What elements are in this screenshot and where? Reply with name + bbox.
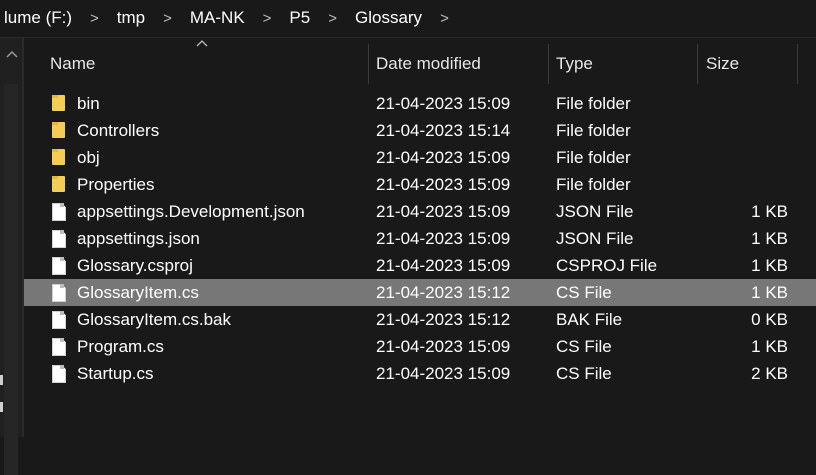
file-icon [52, 230, 66, 248]
file-name: Program.cs [77, 337, 164, 356]
breadcrumb-item-volume[interactable]: lume (F:) [0, 8, 76, 28]
navigation-scrollbar[interactable] [4, 84, 18, 475]
file-icon [52, 257, 66, 275]
file-rows: bin 21-04-2023 15:09 File folder Control… [24, 90, 816, 387]
file-date-modified: 21-04-2023 15:09 [376, 94, 511, 113]
file-type: JSON File [556, 229, 634, 248]
file-type: File folder [556, 148, 631, 167]
list-item[interactable]: Controllers 21-04-2023 15:14 File folder [24, 117, 816, 144]
folder-icon [52, 95, 66, 112]
file-date-modified: 21-04-2023 15:09 [376, 364, 511, 383]
column-divider[interactable] [548, 44, 549, 84]
chevron-right-icon[interactable]: > [314, 10, 351, 27]
file-name: obj [77, 148, 100, 167]
file-name: Startup.cs [77, 364, 154, 383]
column-header-type[interactable]: Type [556, 44, 593, 84]
file-date-modified: 21-04-2023 15:09 [376, 337, 511, 356]
file-size: 1 KB [751, 256, 788, 275]
navigation-item-marker [0, 375, 3, 385]
column-divider[interactable] [797, 44, 798, 84]
list-item[interactable]: Startup.cs 21-04-2023 15:09 CS File 2 KB [24, 360, 816, 387]
file-type: File folder [556, 121, 631, 140]
file-type: File folder [556, 94, 631, 113]
file-type: CS File [556, 337, 612, 356]
file-name: Controllers [77, 121, 160, 140]
file-date-modified: 21-04-2023 15:09 [376, 256, 511, 275]
file-date-modified: 21-04-2023 15:09 [376, 175, 511, 194]
file-type: CS File [556, 364, 612, 383]
file-size: 1 KB [751, 229, 788, 248]
list-item[interactable]: appsettings.Development.json 21-04-2023 … [24, 198, 816, 225]
chevron-right-icon[interactable]: > [76, 10, 113, 27]
file-name: GlossaryItem.cs.bak [77, 310, 231, 329]
folder-icon [52, 122, 66, 139]
chevron-right-icon[interactable]: > [426, 10, 463, 27]
file-type: BAK File [556, 310, 623, 329]
file-list[interactable]: Name Date modified Type Size bin 21-04-2… [24, 38, 816, 437]
column-header-date-modified[interactable]: Date modified [376, 44, 481, 84]
navigation-item-marker [0, 402, 3, 412]
file-date-modified: 21-04-2023 15:12 [376, 310, 511, 329]
file-size: 1 KB [751, 202, 788, 221]
file-date-modified: 21-04-2023 15:12 [376, 283, 511, 302]
breadcrumb-item-p5[interactable]: P5 [285, 8, 314, 28]
file-name: Properties [77, 175, 155, 194]
column-header-size[interactable]: Size [706, 44, 739, 84]
folder-icon [52, 149, 66, 166]
sort-ascending-icon [196, 34, 208, 50]
list-item[interactable]: Program.cs 21-04-2023 15:09 CS File 1 KB [24, 333, 816, 360]
file-name: bin [77, 94, 100, 113]
file-name: GlossaryItem.cs [77, 283, 199, 302]
breadcrumb[interactable]: lume (F:) > tmp > MA-NK > P5 > Glossary … [0, 0, 816, 36]
list-item[interactable]: bin 21-04-2023 15:09 File folder [24, 90, 816, 117]
list-item[interactable]: obj 21-04-2023 15:09 File folder [24, 144, 816, 171]
list-item[interactable]: GlossaryItem.cs.bak 21-04-2023 15:12 BAK… [24, 306, 816, 333]
file-type: File folder [556, 175, 631, 194]
file-icon [52, 365, 66, 383]
folder-icon [52, 176, 66, 193]
list-item[interactable]: appsettings.json 21-04-2023 15:09 JSON F… [24, 225, 816, 252]
file-type: JSON File [556, 202, 634, 221]
column-divider[interactable] [697, 44, 698, 84]
file-icon [52, 203, 66, 221]
column-header-row: Name Date modified Type Size [24, 40, 816, 84]
scroll-up-icon[interactable] [6, 50, 18, 60]
list-item[interactable]: Properties 21-04-2023 15:09 File folder [24, 171, 816, 198]
file-size: 1 KB [751, 337, 788, 356]
chevron-right-icon[interactable]: > [249, 10, 286, 27]
file-icon [52, 311, 66, 329]
file-date-modified: 21-04-2023 15:09 [376, 202, 511, 221]
breadcrumb-item-ma-nk[interactable]: MA-NK [186, 8, 249, 28]
file-size: 2 KB [751, 364, 788, 383]
file-name: appsettings.Development.json [77, 202, 305, 221]
file-date-modified: 21-04-2023 15:14 [376, 121, 511, 140]
chevron-right-icon[interactable]: > [149, 10, 186, 27]
file-name: Glossary.csproj [77, 256, 193, 275]
file-type: CSPROJ File [556, 256, 658, 275]
column-header-name[interactable]: Name [50, 44, 95, 84]
breadcrumb-item-tmp[interactable]: tmp [113, 8, 149, 28]
file-type: CS File [556, 283, 612, 302]
file-date-modified: 21-04-2023 15:09 [376, 229, 511, 248]
breadcrumb-item-glossary[interactable]: Glossary [351, 8, 426, 28]
navigation-pane[interactable] [0, 38, 22, 475]
file-size: 1 KB [751, 283, 788, 302]
list-item[interactable]: Glossary.csproj 21-04-2023 15:09 CSPROJ … [24, 252, 816, 279]
file-size: 0 KB [751, 310, 788, 329]
file-icon [52, 284, 66, 302]
column-divider[interactable] [368, 44, 369, 84]
file-date-modified: 21-04-2023 15:09 [376, 148, 511, 167]
list-item-selected[interactable]: GlossaryItem.cs 21-04-2023 15:12 CS File… [24, 279, 816, 306]
file-name: appsettings.json [77, 229, 200, 248]
file-icon [52, 338, 66, 356]
